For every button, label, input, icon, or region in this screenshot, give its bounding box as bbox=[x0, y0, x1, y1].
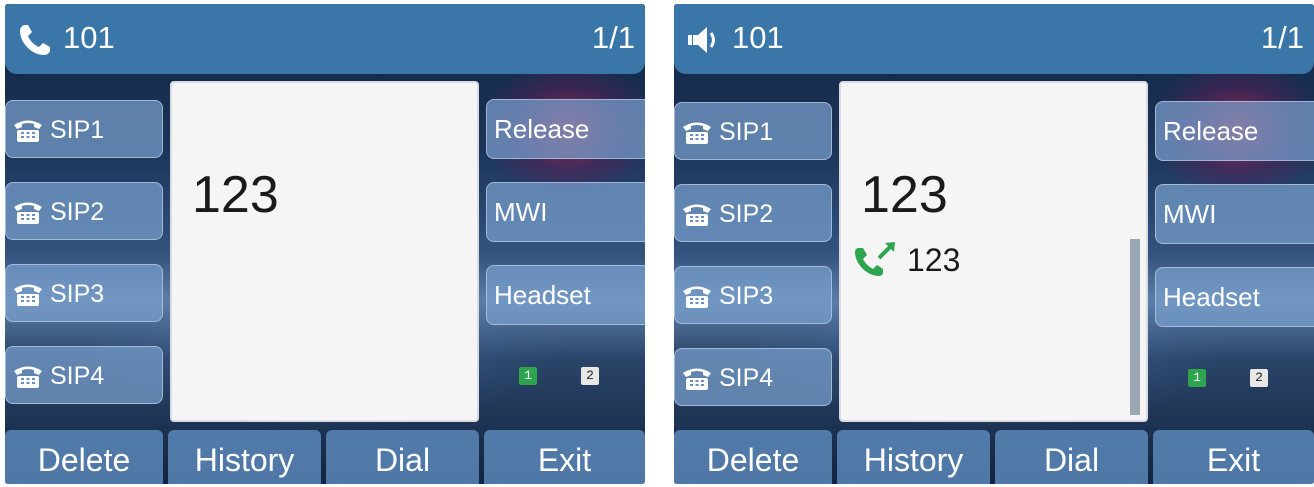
line-key-label: SIP3 bbox=[719, 282, 774, 310]
line-key-sip1[interactable]: SIP1 bbox=[674, 102, 832, 160]
line-key-sip2[interactable]: SIP2 bbox=[674, 184, 832, 242]
account-number: 101 bbox=[63, 20, 115, 55]
mwi-key[interactable]: MWI bbox=[486, 182, 645, 242]
exit-softkey[interactable]: Exit bbox=[1153, 430, 1314, 484]
page-indicator: 1/1 bbox=[1260, 20, 1304, 55]
desk-phone-icon bbox=[683, 286, 711, 308]
handset-icon bbox=[20, 25, 50, 55]
line-key-label: SIP1 bbox=[719, 118, 774, 146]
title-bar: 101 1/1 bbox=[5, 4, 645, 74]
line-key-sip3[interactable]: SIP3 bbox=[5, 264, 163, 322]
headset-key[interactable]: Headset bbox=[486, 265, 645, 325]
account-number: 101 bbox=[732, 20, 784, 55]
desk-phone-icon bbox=[14, 284, 42, 306]
line-key-sip4[interactable]: SIP4 bbox=[674, 348, 832, 406]
line-key-label: SIP4 bbox=[719, 364, 774, 392]
account-page-badge-2[interactable]: 2 bbox=[581, 367, 599, 385]
history-softkey[interactable]: History bbox=[837, 430, 990, 484]
line-key-label: SIP2 bbox=[50, 198, 105, 226]
line-key-sip4[interactable]: SIP4 bbox=[5, 346, 163, 404]
release-key[interactable]: Release bbox=[1155, 101, 1314, 161]
line-key-label: SIP1 bbox=[50, 116, 105, 144]
outgoing-call-icon bbox=[855, 242, 895, 276]
line-key-sip1[interactable]: SIP1 bbox=[5, 100, 163, 158]
account-page-badge-1[interactable]: 1 bbox=[519, 367, 537, 385]
line-key-label: SIP2 bbox=[719, 200, 774, 228]
account-page-badge-1[interactable]: 1 bbox=[1188, 369, 1206, 387]
dial-display: 123 bbox=[170, 81, 479, 422]
line-key-label: SIP3 bbox=[50, 280, 105, 308]
dial-softkey[interactable]: Dial bbox=[326, 430, 479, 484]
dialed-number: 123 bbox=[192, 166, 279, 224]
account-page-badge-2[interactable]: 2 bbox=[1250, 369, 1268, 387]
phone-screen-left: 101 1/1 SIP1 SIP2 SIP3 SIP4 123 Release … bbox=[5, 4, 645, 484]
line-key-sip3[interactable]: SIP3 bbox=[674, 266, 832, 324]
dial-display: 123 123 bbox=[839, 81, 1148, 422]
delete-softkey[interactable]: Delete bbox=[674, 430, 832, 484]
desk-phone-icon bbox=[14, 366, 42, 388]
dial-softkey[interactable]: Dial bbox=[995, 430, 1148, 484]
desk-phone-icon bbox=[683, 368, 711, 390]
desk-phone-icon bbox=[14, 202, 42, 224]
line-key-sip2[interactable]: SIP2 bbox=[5, 182, 163, 240]
page-indicator: 1/1 bbox=[591, 20, 635, 55]
desk-phone-icon bbox=[683, 204, 711, 226]
desk-phone-icon bbox=[14, 120, 42, 142]
line-key-label: SIP4 bbox=[50, 362, 105, 390]
phone-screen-right: 101 1/1 SIP1 SIP2 SIP3 SIP4 123 123 Rele… bbox=[674, 4, 1314, 484]
history-softkey[interactable]: History bbox=[168, 430, 321, 484]
release-key[interactable]: Release bbox=[486, 99, 645, 159]
delete-softkey[interactable]: Delete bbox=[5, 430, 163, 484]
mwi-key[interactable]: MWI bbox=[1155, 184, 1314, 244]
headset-key[interactable]: Headset bbox=[1155, 267, 1314, 327]
dialed-number: 123 bbox=[861, 166, 948, 224]
title-bar: 101 1/1 bbox=[674, 4, 1314, 74]
desk-phone-icon bbox=[683, 122, 711, 144]
suggestion-number: 123 bbox=[907, 242, 961, 278]
scrollbar[interactable] bbox=[1130, 239, 1140, 415]
speaker-icon bbox=[688, 27, 715, 53]
exit-softkey[interactable]: Exit bbox=[484, 430, 645, 484]
